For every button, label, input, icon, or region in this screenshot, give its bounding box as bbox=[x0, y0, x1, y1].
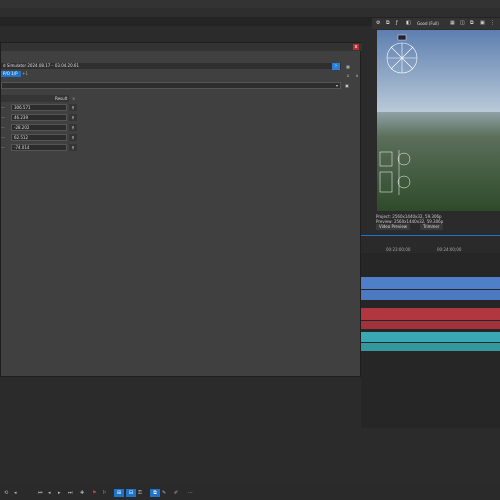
row-label: — bbox=[1, 145, 5, 150]
go-end-icon[interactable]: ⏭ bbox=[68, 489, 73, 497]
sort-icon[interactable]: ⅄ bbox=[344, 72, 352, 79]
video-clip-2[interactable] bbox=[361, 290, 500, 300]
audio-clip-teal-1[interactable] bbox=[361, 332, 500, 342]
go-start-icon[interactable]: ⏮ bbox=[38, 489, 43, 497]
loop-icon[interactable]: ⟲ bbox=[4, 489, 8, 497]
table-header: Result bbox=[1, 95, 69, 102]
heading-compass bbox=[386, 42, 418, 74]
pin-icon[interactable]: ⚲ bbox=[69, 104, 77, 111]
prev-frame-icon[interactable]: ◂ bbox=[48, 489, 51, 497]
timecode-label: 00:24:00;00 bbox=[437, 247, 462, 252]
timecode-label: 00:23:00;00 bbox=[386, 247, 411, 252]
row-value[interactable]: 62.512 bbox=[11, 134, 67, 141]
row-value[interactable]: 46.239 bbox=[11, 114, 67, 121]
source-path-field[interactable]: d Simulator 2024.08.17 – 03.04.20.61 bbox=[1, 63, 341, 69]
row-value[interactable]: -74.014 bbox=[11, 144, 67, 151]
split-icon[interactable]: ◧ bbox=[406, 18, 411, 29]
main-toolbar bbox=[0, 8, 500, 18]
row-label: — bbox=[1, 115, 5, 120]
telemetry-dialog: x d Simulator 2024.08.17 – 03.04.20.61 ›… bbox=[0, 42, 362, 377]
auto-crossfade-toggle[interactable]: ⧉ bbox=[150, 489, 160, 497]
column-header-result: Result bbox=[55, 96, 68, 101]
fx-icon[interactable]: ƒ bbox=[396, 18, 398, 29]
audio-clip-red-2[interactable] bbox=[361, 321, 500, 329]
table-row: — 46.239 ⚲ bbox=[1, 114, 79, 122]
pin-icon[interactable]: ⚲ bbox=[69, 114, 77, 121]
save-frame-icon[interactable]: ▣ bbox=[480, 18, 485, 29]
selection-tag[interactable]: P/O 1/P bbox=[1, 71, 21, 77]
transport-bar: ⟲ ◂ ⏮ ◂ ▸ ⏭ ✚ ⚑ ⚐ ⊞ ⊟ ⚿ ⧉ ✎ ✐ ⋯ bbox=[0, 486, 500, 500]
marker-icon[interactable]: ⚐ bbox=[102, 489, 106, 497]
overlay-icon[interactable]: ◫ bbox=[460, 18, 465, 29]
more-icon[interactable]: ⋮ bbox=[490, 18, 495, 29]
copy-icon[interactable]: ⧉ bbox=[386, 18, 390, 29]
chart-icon[interactable]: ∧ bbox=[353, 72, 361, 79]
tab-trimmer[interactable]: Trimmer bbox=[420, 224, 443, 230]
envelope-icon[interactable]: ✎ bbox=[162, 489, 166, 497]
grid-icon[interactable]: ▦ bbox=[344, 63, 352, 70]
preview-tabs: Video Preview Trimmer bbox=[376, 224, 450, 230]
gear-icon[interactable]: ⚙ bbox=[376, 18, 380, 29]
table-row: — -28.202 ⚲ bbox=[1, 124, 79, 132]
audio-clip-teal-2[interactable] bbox=[361, 343, 500, 351]
row-label: — bbox=[1, 105, 5, 110]
pin-icon[interactable]: ⚲ bbox=[69, 144, 77, 151]
row-label: — bbox=[1, 125, 5, 130]
column-close-icon[interactable]: × bbox=[72, 95, 75, 102]
preview-frame bbox=[377, 30, 500, 211]
back-icon[interactable]: ◂ bbox=[14, 489, 17, 497]
close-button[interactable]: x bbox=[353, 44, 359, 50]
flag-icon[interactable]: ⚑ bbox=[92, 489, 96, 497]
audio-clip-red-1[interactable] bbox=[361, 308, 500, 320]
tag-add-button[interactable]: +1 bbox=[22, 71, 28, 77]
pin-icon[interactable]: ⚲ bbox=[69, 124, 77, 131]
ripple-toggle[interactable]: ⊟ bbox=[126, 489, 136, 497]
normal-edit-icon[interactable]: ✚ bbox=[80, 489, 84, 497]
source-dropdown[interactable]: ▾ bbox=[1, 82, 341, 89]
more-icon[interactable]: ⋯ bbox=[188, 489, 193, 497]
copy-frame-icon[interactable]: ⧉ bbox=[470, 18, 474, 29]
preview-quality-dropdown[interactable]: Good (Full) bbox=[417, 18, 439, 29]
row-value[interactable]: 306.571 bbox=[11, 104, 67, 111]
video-clip-1[interactable] bbox=[361, 277, 500, 289]
row-value[interactable]: -28.202 bbox=[11, 124, 67, 131]
timeline-tracks[interactable] bbox=[361, 253, 500, 428]
table-row: — -74.014 ⚲ bbox=[1, 144, 79, 152]
pencil-icon[interactable]: ✐ bbox=[174, 489, 178, 497]
pin-icon[interactable]: ⚲ bbox=[69, 134, 77, 141]
preview-info: Project: 2560x1440x32, 59.306p Preview: … bbox=[372, 212, 500, 234]
chevron-down-icon: ▾ bbox=[335, 83, 338, 88]
expand-button[interactable]: › bbox=[332, 63, 340, 70]
table-row: — 62.512 ⚲ bbox=[1, 134, 79, 142]
menu-bar bbox=[0, 0, 500, 8]
dialog-titlebar: x bbox=[1, 43, 362, 51]
grid-icon[interactable]: ▦ bbox=[450, 18, 455, 29]
video-preview[interactable] bbox=[377, 30, 500, 211]
toolbar-band bbox=[0, 18, 372, 26]
save-icon[interactable]: ▣ bbox=[343, 82, 351, 89]
preview-toolbar: ⚙ ⧉ ƒ ◧ Good (Full) ▦ ◫ ⧉ ▣ ⋮ bbox=[372, 18, 500, 29]
row-label: — bbox=[1, 135, 5, 140]
snap-toggle[interactable]: ⊞ bbox=[114, 489, 124, 497]
timeline-ruler[interactable]: 00:23:00;00 00:24:00;00 bbox=[361, 235, 500, 254]
tab-video-preview[interactable]: Video Preview bbox=[376, 224, 411, 230]
next-frame-icon[interactable]: ▸ bbox=[58, 489, 61, 497]
lock-icon[interactable]: ⚿ bbox=[138, 489, 142, 497]
table-row: — 306.571 ⚲ bbox=[1, 104, 79, 112]
